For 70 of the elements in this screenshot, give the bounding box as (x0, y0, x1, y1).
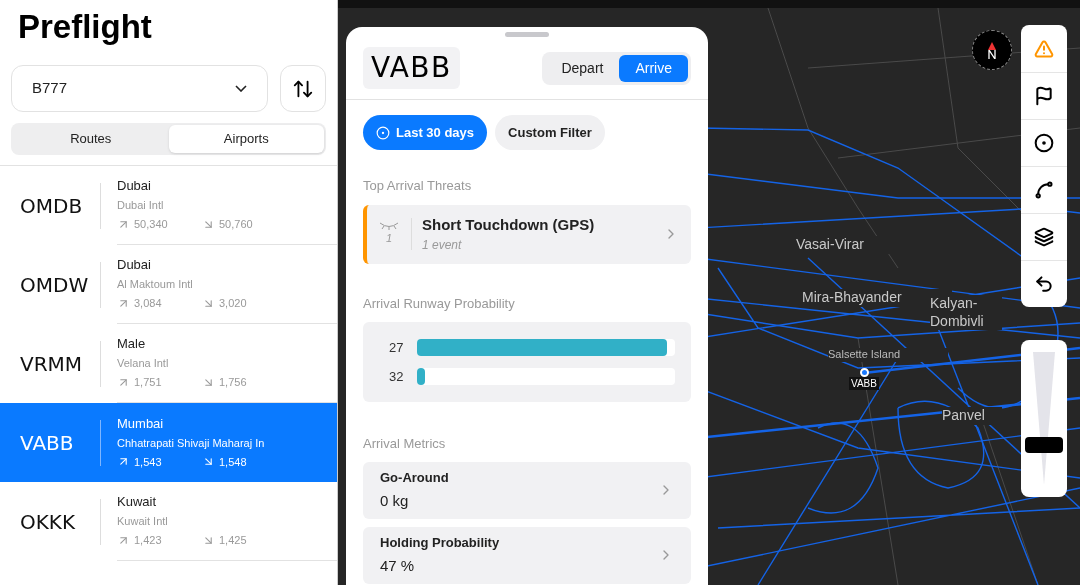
departures-count: 1,543 (134, 454, 163, 470)
segment-tab[interactable]: Airports (168, 125, 324, 153)
metric-card[interactable]: Holding Probability 47 % (363, 526, 691, 584)
target-icon (1034, 133, 1054, 153)
airport-name: Dubai Intl (117, 198, 165, 213)
undo-icon (1034, 274, 1054, 294)
map-place-label: Salsette Island (828, 348, 948, 362)
city-name: Dubai (117, 178, 152, 194)
metric-label: Go-Around (380, 468, 450, 487)
departures-icon (117, 455, 130, 468)
direction-tab[interactable]: Depart (545, 54, 620, 82)
airport-marker-label[interactable]: VABB (849, 377, 879, 390)
flag-icon (1034, 86, 1054, 106)
eye-closed-icon (379, 221, 399, 230)
arrivals-count: 3,020 (219, 296, 247, 311)
departures-count: 1,423 (134, 533, 163, 548)
section-heading: Arrival Metrics (362, 435, 447, 453)
city-name: Male (117, 336, 147, 352)
airport-name: Velana Intl (117, 356, 170, 371)
arrivals-count: 1,425 (219, 533, 247, 548)
airport-name: Chhatrapati Shivaji Maharaj In (117, 435, 266, 451)
map-place-label: Panvel (942, 407, 1002, 425)
airport-code: VRMM (20, 350, 84, 378)
section-heading: Arrival Runway Probability (362, 294, 516, 313)
airport-code: OMDW (20, 271, 90, 299)
airport-code: OMDB (20, 192, 84, 220)
chevron-down-icon (235, 85, 247, 92)
section-heading: Top Arrival Threats (362, 177, 473, 195)
zoom-thumb[interactable] (1025, 437, 1063, 454)
metric-value: 0 kg (380, 491, 410, 511)
arrivals-count: 50,760 (219, 217, 253, 232)
metric-value: 47 % (380, 556, 416, 576)
runway-label: 27 (389, 338, 405, 357)
airport-list-item[interactable]: VABB Mumbai Chhatrapati Shivaji Maharaj In 1,543 1,548 (0, 403, 337, 482)
warning-icon (1034, 38, 1054, 59)
aircraft-select[interactable]: B777 (11, 65, 268, 112)
threat-subtitle: 1 event (422, 237, 463, 255)
filter-chip[interactable]: Custom Filter (495, 115, 605, 150)
runway-label: 32 (389, 368, 405, 386)
airport-code: VABB (20, 429, 75, 457)
arrivals-count: 1,548 (219, 454, 247, 470)
direction-tab[interactable]: Arrive (619, 54, 688, 82)
threat-card[interactable]: 1 Short Touchdown (GPS) 1 event (363, 204, 691, 264)
filter-chip[interactable]: Last 30 days (363, 115, 488, 150)
threat-count: 1 (385, 230, 393, 246)
departures-count: 50,340 (134, 217, 169, 232)
app-title: Preflight (17, 7, 153, 47)
city-name: Dubai (117, 257, 152, 273)
airport-code-heading: VABB (363, 47, 460, 89)
segment-tab[interactable]: Routes (13, 125, 169, 153)
airport-code: OKKK (20, 508, 77, 536)
city-name: Mumbai (117, 415, 165, 432)
compass-icon[interactable] (972, 30, 1012, 70)
map-place-label: Kalyan-Dombivli (930, 295, 1002, 330)
arrivals-icon (202, 455, 215, 468)
zoom-slider[interactable] (1021, 340, 1067, 497)
sort-button[interactable] (280, 65, 326, 112)
airport-name: Kuwait Intl (117, 514, 169, 529)
threat-title: Short Touchdown (GPS) (422, 214, 596, 235)
drag-handle[interactable] (505, 32, 549, 37)
metric-label: Holding Probability (380, 533, 501, 552)
city-name: Kuwait (117, 494, 158, 510)
metric-card[interactable]: Go-Around 0 kg (363, 461, 691, 519)
departures-count: 1,751 (134, 375, 163, 390)
departures-count: 3,084 (134, 296, 163, 311)
map[interactable] (338, 0, 1080, 585)
arrivals-count: 1,756 (219, 375, 247, 390)
layers-icon (1034, 227, 1054, 247)
route-icon (1034, 180, 1054, 200)
airport-name: Al Maktoum Intl (117, 277, 194, 292)
